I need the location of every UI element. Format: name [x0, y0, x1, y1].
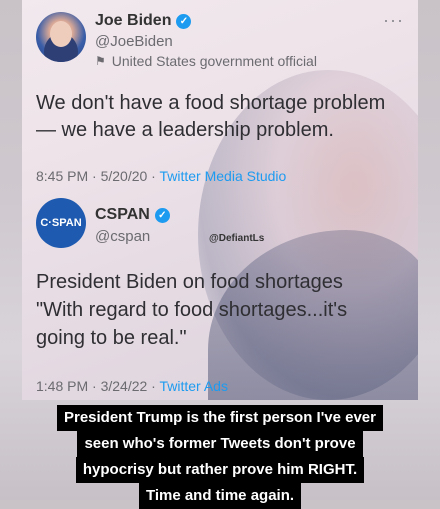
tweet-cspan: C·SPAN CSPAN ✓ @cspan President Biden on… [22, 190, 418, 400]
verified-badge-icon: ✓ [176, 13, 192, 29]
avatar[interactable] [36, 12, 86, 62]
tweet-meta: 1:48 PM · 3/24/22 · Twitter Ads [36, 378, 228, 394]
author-name[interactable]: Joe Biden ✓ [95, 12, 192, 30]
tweet-timestamp[interactable]: 8:45 PM · 5/20/20 · [36, 168, 159, 184]
tweet-meta: 8:45 PM · 5/20/20 · Twitter Media Studio [36, 168, 286, 184]
watermark: @DefiantLs [209, 233, 265, 244]
author-handle[interactable]: @JoeBiden [95, 33, 173, 50]
tweet-source-link[interactable]: Twitter Ads [159, 378, 227, 394]
tweet-text: We don't have a food shortage problem — … [36, 92, 386, 141]
verified-badge-icon: ✓ [154, 207, 170, 223]
tweet-timestamp[interactable]: 1:48 PM · 3/24/22 · [36, 378, 159, 394]
flag-icon: ⚑ [95, 54, 106, 68]
story-caption: President Trump is the first person I've… [0, 405, 440, 509]
screenshot-frame: Joe Biden ✓ @JoeBiden ⚑ United States go… [22, 0, 418, 400]
caption-line: President Trump is the first person I've… [56, 405, 383, 431]
caption-line: hypocrisy but rather prove him RIGHT. [75, 457, 365, 483]
caption-line: seen who's former Tweets don't prove [77, 431, 363, 457]
tweet-source-link[interactable]: Twitter Media Studio [159, 168, 286, 184]
caption-line: Time and time again. [138, 483, 302, 509]
author-handle[interactable]: @cspan [95, 228, 150, 245]
tweet-biden: Joe Biden ✓ @JoeBiden ⚑ United States go… [22, 0, 418, 190]
avatar[interactable]: C·SPAN [36, 198, 86, 248]
more-options-icon[interactable]: ··· [383, 10, 404, 31]
author-name[interactable]: CSPAN ✓ [95, 206, 170, 224]
government-label: ⚑ United States government official [95, 53, 317, 69]
tweet-text: President Biden on food shortages "With … [36, 271, 348, 349]
